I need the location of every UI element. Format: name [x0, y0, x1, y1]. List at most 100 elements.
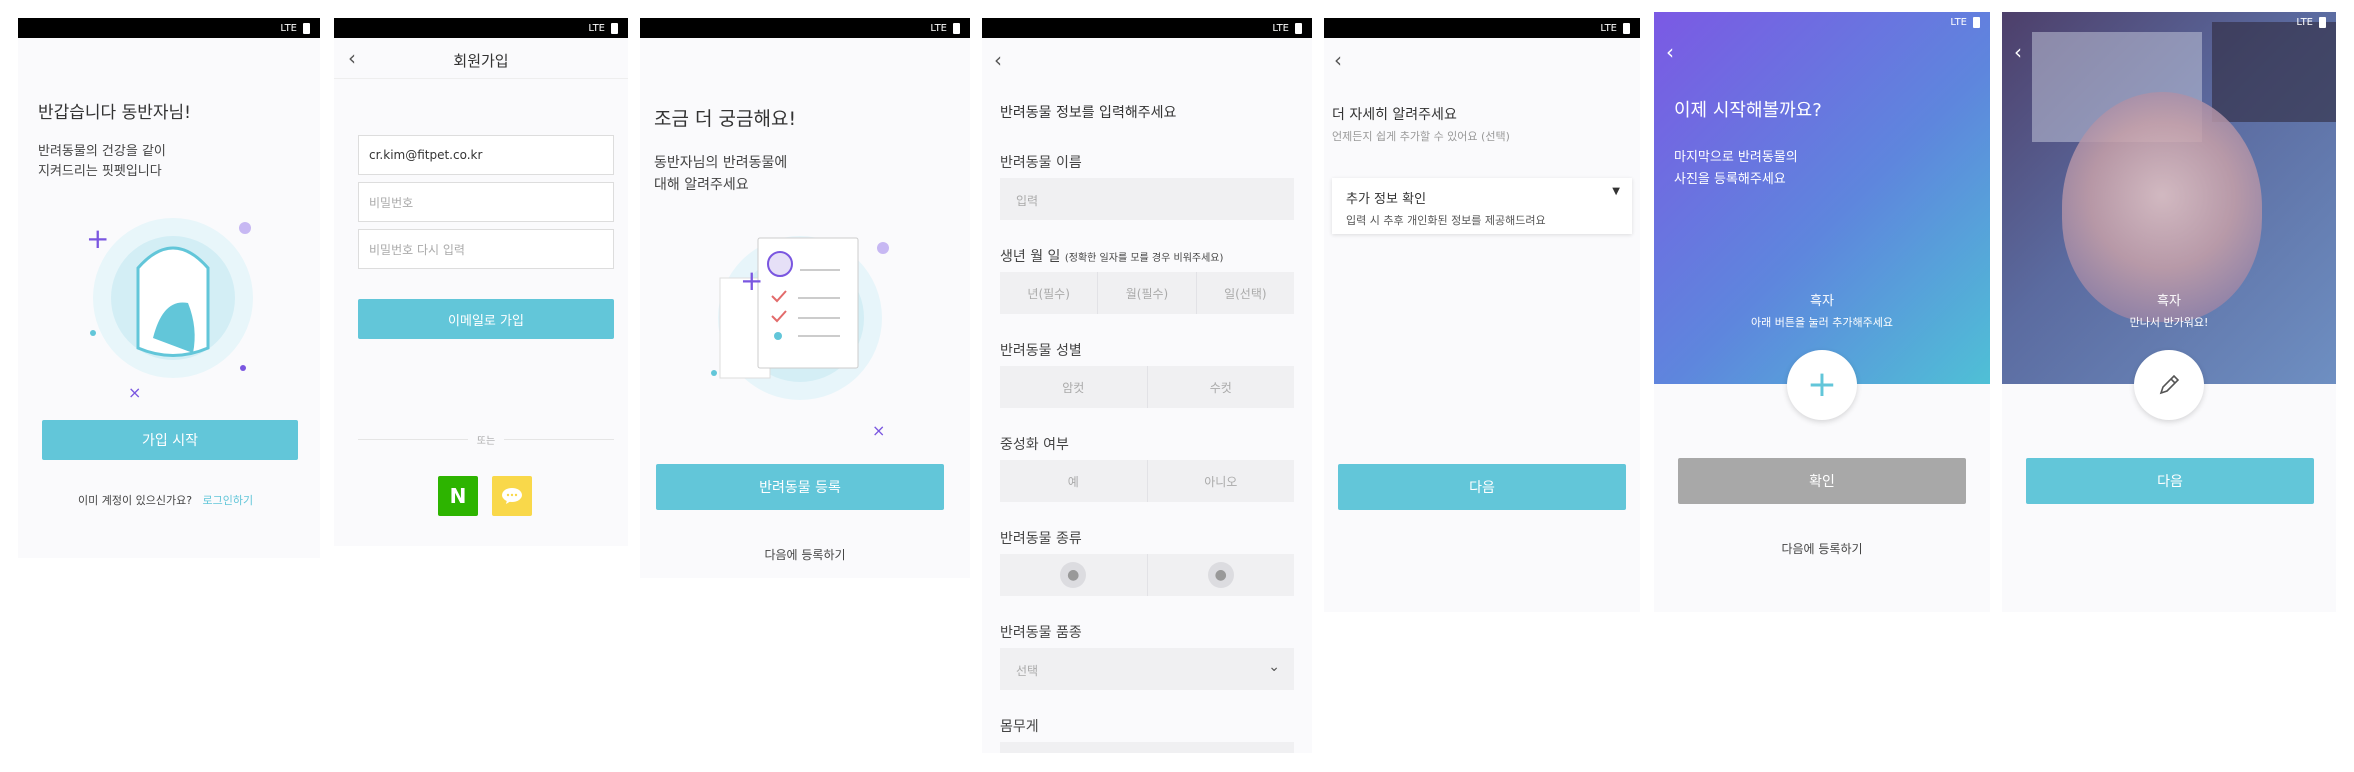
birth-label-text: 생년 월 일 [1000, 249, 1061, 265]
subtitle-line-1: 반려동물의 건강을 같이 [38, 144, 166, 159]
dog-icon: ● [1060, 562, 1087, 588]
extra-info-title: 추가 정보 확인 [1346, 192, 1427, 207]
name-label: 반려동물 이름 [1000, 155, 1082, 171]
battery-icon [2319, 16, 2326, 28]
page-title: 반갑습니다 동반자님! [38, 103, 191, 123]
cat-icon: ● [1207, 562, 1234, 588]
pet-photo-hint: 아래 버튼을 눌러 추가해주세요 [1750, 316, 1894, 329]
back-icon[interactable]: ‹ [1334, 50, 1342, 70]
checklist-illustration: + × [711, 236, 889, 438]
page-title: 조금 더 궁금해요! [654, 108, 797, 130]
birth-label: 생년 월 일 (정확한 일자를 모를 경우 비워주세요) [1000, 246, 1223, 266]
next-button[interactable]: 다음 [1338, 464, 1626, 510]
login-link[interactable]: 로그인하기 [203, 494, 254, 507]
or-divider-left [358, 439, 468, 440]
pet-name-input[interactable]: 입력 [1000, 178, 1294, 220]
svg-text:+: + [740, 264, 763, 297]
screen-welcome: LTE 반갑습니다 동반자님! 반려동물의 건강을 같이 지켜드리는 핏펫입니다… [18, 18, 320, 558]
naver-icon: N [449, 484, 467, 508]
register-later-link[interactable]: 다음에 등록하기 [1654, 540, 1990, 557]
edit-photo-button[interactable] [2134, 350, 2204, 420]
dropdown-caret-icon: ▼ [1612, 186, 1620, 197]
screen-photo-register: LTE ‹ 이제 시작해볼까요? 마지막으로 반려동물의 사진을 등록해주세요 … [1654, 12, 1990, 612]
monitor-shape-2 [2212, 22, 2336, 122]
status-bar: LTE [1654, 12, 1990, 32]
extra-info-desc: 입력 시 추후 개인화된 정보를 제공해드려요 [1346, 214, 1546, 227]
screen-pet-intro: LTE 조금 더 궁금해요! 동반자님의 반려동물에 대해 알려주세요 + × … [640, 18, 970, 578]
next-button[interactable]: 다음 [2026, 458, 2314, 504]
gender-female-option[interactable]: 암컷 [1000, 366, 1147, 408]
pet-name: 흑자 [2157, 294, 2181, 309]
birth-day-field[interactable]: 일(선택) [1195, 272, 1294, 314]
dog-type-option[interactable]: ● [1000, 554, 1147, 596]
subtitle-line-2: 사진을 등록해주세요 [1674, 172, 1786, 187]
subtitle-line-1: 동반자님의 반려동물에 [654, 155, 788, 171]
screen-signup: LTE ‹ 회원가입 cr.kim@fitpet.co.kr 비밀번호 비밀번호… [334, 18, 628, 546]
subtitle-line-1: 마지막으로 반려동물의 [1674, 150, 1798, 165]
password-field[interactable]: 비밀번호 [358, 182, 614, 222]
gender-male-option[interactable]: 수컷 [1146, 366, 1295, 408]
birth-month-field[interactable]: 월(필수) [1097, 272, 1195, 314]
pencil-icon [2159, 374, 2180, 395]
birth-hint: (정확한 일자를 모를 경우 비워주세요) [1064, 253, 1224, 264]
battery-icon [611, 22, 618, 34]
header-divider [334, 78, 628, 79]
pet-illustration: + × [86, 218, 253, 402]
status-bar: LTE [640, 18, 970, 38]
neuter-no-option[interactable]: 아니오 [1146, 460, 1295, 502]
cat-type-option[interactable]: ● [1146, 554, 1295, 596]
network-indicator: LTE [1272, 22, 1289, 34]
birth-year-field[interactable]: 년(필수) [1000, 272, 1097, 314]
screen-photo-done: LTE ‹ 흑자 만나서 반가워요! 다음 [2002, 12, 2336, 612]
network-indicator: LTE [2296, 16, 2313, 28]
neuter-yes-option[interactable]: 예 [1000, 460, 1147, 502]
kakao-login-button[interactable] [492, 476, 532, 516]
login-prompt: 이미 계정이 있으신가요? 로그인하기 [78, 492, 253, 508]
gender-selector: 암컷 수컷 [1000, 366, 1294, 408]
naver-login-button[interactable]: N [438, 476, 478, 516]
greeting-text: 만나서 반가워요! [2129, 316, 2209, 329]
battery-icon [953, 22, 960, 34]
or-divider-right [504, 439, 614, 440]
svg-text:×: × [128, 383, 141, 402]
network-indicator: LTE [1950, 16, 1967, 28]
battery-icon [1973, 16, 1980, 28]
breed-select-value: 선택 [1016, 664, 1039, 678]
back-icon[interactable]: ‹ [994, 50, 1002, 70]
signup-start-button[interactable]: 가입 시작 [42, 420, 298, 460]
subtitle-line-2: 대해 알려주세요 [654, 177, 749, 193]
status-bar: LTE [2002, 12, 2336, 32]
page-heading: 더 자세히 알려주세요 [1332, 107, 1457, 123]
pet-register-button[interactable]: 반려동물 등록 [656, 464, 944, 510]
form-heading: 반려동물 정보를 입력해주세요 [1000, 105, 1177, 121]
kakao-chat-icon [502, 488, 522, 504]
pet-fur-shape [2062, 92, 2262, 322]
subtitle-line-2: 지켜드리는 핏펫입니다 [38, 164, 162, 179]
password-confirm-field[interactable]: 비밀번호 다시 입력 [358, 229, 614, 269]
network-indicator: LTE [930, 22, 947, 34]
screen-more-info: LTE ‹ 더 자세히 알려주세요 언제든지 쉽게 추가할 수 있어요 (선택)… [1324, 18, 1640, 612]
confirm-button[interactable]: 확인 [1678, 458, 1966, 504]
weight-label: 몸무게 [1000, 719, 1039, 735]
neuter-selector: 예 아니오 [1000, 460, 1294, 502]
header-title: 회원가입 [453, 52, 509, 70]
battery-icon [1623, 22, 1630, 34]
status-bar: LTE [982, 18, 1312, 38]
status-bar: LTE [18, 18, 320, 38]
back-icon[interactable]: ‹ [2014, 42, 2022, 62]
pet-name: 흑자 [1810, 294, 1834, 309]
battery-icon [303, 22, 310, 34]
register-later-link[interactable]: 다음에 등록하기 [640, 546, 970, 563]
add-photo-button[interactable]: + [1787, 350, 1857, 420]
email-field[interactable]: cr.kim@fitpet.co.kr [358, 135, 614, 175]
breed-select[interactable]: 선택 ⌄ [1000, 648, 1294, 690]
weight-input[interactable] [1000, 742, 1294, 753]
email-signup-button[interactable]: 이메일로 가입 [358, 299, 614, 339]
pet-type-selector: ● ● [1000, 554, 1294, 596]
has-account-text: 이미 계정이 있으신가요? [78, 494, 193, 507]
extra-info-card[interactable]: 추가 정보 확인 ▼ 입력 시 추후 개인화된 정보를 제공해드려요 [1332, 178, 1632, 234]
breed-label: 반려동물 품종 [1000, 625, 1082, 641]
svg-text:×: × [872, 421, 885, 438]
svg-text:+: + [86, 222, 109, 255]
back-icon[interactable]: ‹ [1666, 42, 1674, 62]
